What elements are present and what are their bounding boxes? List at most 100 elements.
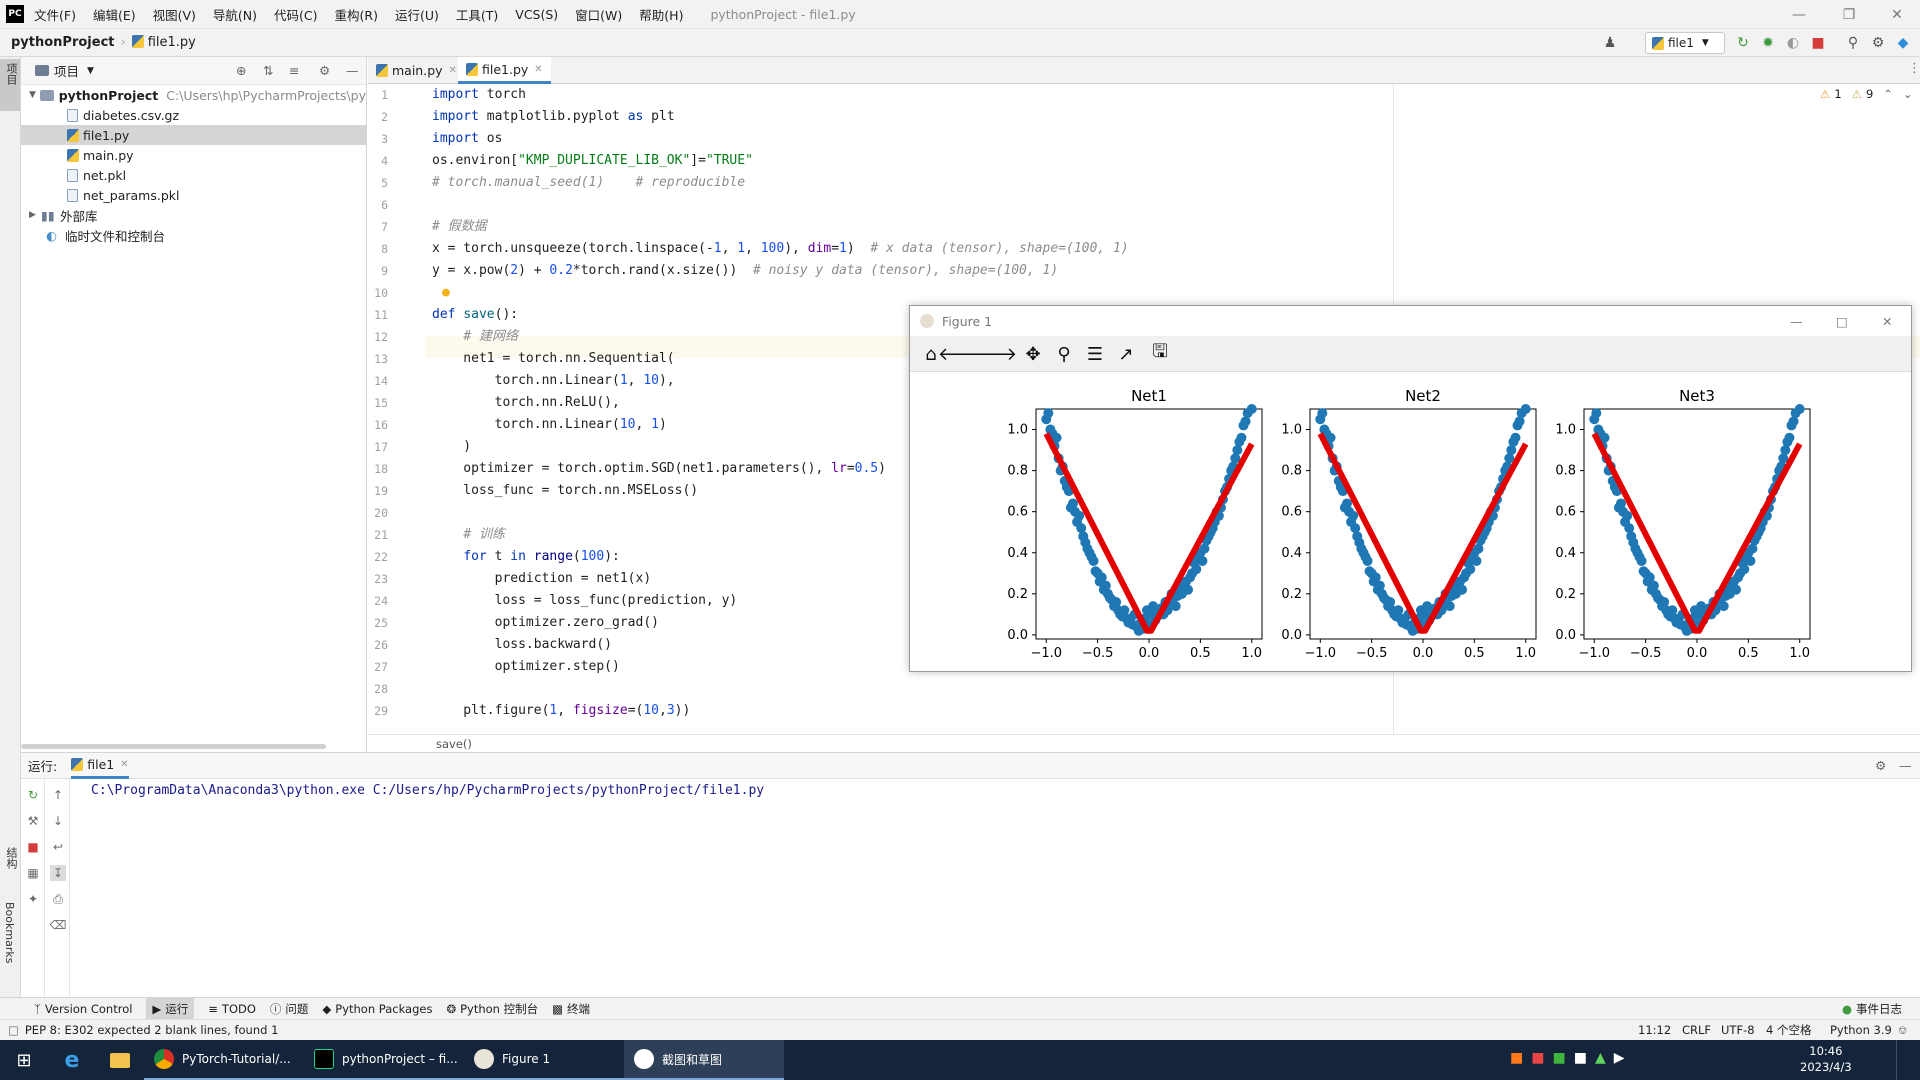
tree-item-file1[interactable]: file1.py bbox=[21, 125, 366, 145]
tray-app-icon[interactable]: ■ bbox=[1552, 1050, 1565, 1066]
menu-tools[interactable]: 工具(T) bbox=[456, 5, 498, 24]
close-icon[interactable]: ✕ bbox=[534, 64, 542, 75]
interpreter[interactable]: Python 3.9 bbox=[1830, 1023, 1892, 1037]
lightbulb-icon[interactable]: ● bbox=[442, 282, 450, 304]
tab-todo[interactable]: ≡ TODO bbox=[208, 1002, 256, 1016]
tab-file1-py[interactable]: file1.py ✕ bbox=[458, 57, 551, 84]
minimize-icon[interactable]: — bbox=[1776, 0, 1822, 29]
chevron-down-icon[interactable]: ⌄ bbox=[1903, 87, 1913, 101]
layout-icon[interactable]: ▦ bbox=[25, 865, 41, 881]
rerun-icon[interactable]: ↻ bbox=[1733, 33, 1753, 53]
collapse-all-icon[interactable]: ≡ bbox=[289, 63, 299, 78]
taskbar-app-pycharm[interactable]: pythonProject – fi... bbox=[304, 1040, 464, 1080]
tree-item-diabetes[interactable]: diabetes.csv.gz bbox=[21, 105, 366, 125]
hide-icon[interactable]: — bbox=[1899, 758, 1912, 773]
arrow-down-icon[interactable]: ↓ bbox=[50, 813, 66, 829]
edge-icon[interactable]: e bbox=[48, 1040, 96, 1080]
gear-icon[interactable]: ⚙ bbox=[319, 63, 330, 78]
forward-icon[interactable]: 🡒 bbox=[969, 342, 1017, 366]
project-tool-label[interactable]: 项目 bbox=[3, 63, 19, 85]
trash-icon[interactable]: ⌫ bbox=[50, 917, 67, 933]
menu-edit[interactable]: 编辑(E) bbox=[93, 5, 136, 24]
tab-terminal[interactable]: ▩ 终端 bbox=[552, 1001, 590, 1017]
soft-wrap-icon[interactable]: ↩ bbox=[50, 839, 66, 855]
tab-python-console[interactable]: ❂ Python 控制台 bbox=[446, 1001, 538, 1017]
stop-icon[interactable]: ■ bbox=[25, 839, 41, 855]
close-icon[interactable]: ✕ bbox=[1882, 314, 1892, 329]
search-icon[interactable]: ⚲ bbox=[1843, 33, 1863, 53]
menu-vcs[interactable]: VCS(S) bbox=[515, 7, 558, 22]
more-icon[interactable]: ⋮ bbox=[1908, 61, 1920, 76]
maximize-icon[interactable]: ❐ bbox=[1826, 0, 1872, 29]
console-output[interactable]: C:\ProgramData\Anaconda3\python.exe C:/U… bbox=[91, 783, 764, 798]
stop-icon[interactable]: ■ bbox=[1808, 33, 1828, 53]
file-encoding[interactable]: UTF-8 bbox=[1721, 1023, 1755, 1037]
expand-all-icon[interactable]: ⇅ bbox=[263, 63, 273, 78]
bookmarks-tool-label[interactable]: Bookmarks bbox=[3, 902, 16, 963]
status-message[interactable]: PEP 8: E302 expected 2 blank lines, foun… bbox=[25, 1023, 279, 1037]
edit-axis-icon[interactable]: ↗ bbox=[1113, 342, 1139, 366]
code-breadcrumb[interactable]: save() bbox=[368, 734, 1920, 752]
chevron-right-icon[interactable]: ▶ bbox=[21, 210, 41, 220]
gear-icon[interactable]: ⚙ bbox=[1875, 758, 1886, 773]
tree-item-scratches[interactable]: ◐ 临时文件和控制台 bbox=[21, 225, 366, 245]
taskbar-app-figure[interactable]: Figure 1 bbox=[464, 1040, 624, 1080]
show-desktop-button[interactable] bbox=[1896, 1040, 1920, 1080]
project-panel-title[interactable]: 项目 bbox=[54, 61, 79, 80]
menu-file[interactable]: 文件(F) bbox=[34, 5, 76, 24]
tree-item-main[interactable]: main.py bbox=[21, 145, 366, 165]
locate-icon[interactable]: ⊕ bbox=[236, 63, 246, 78]
tray-shield-icon[interactable]: ▲ bbox=[1595, 1050, 1606, 1066]
close-icon[interactable]: ✕ bbox=[449, 65, 457, 76]
pan-icon[interactable]: ✥ bbox=[1020, 342, 1046, 366]
run-tab-file1[interactable]: file1 ✕ bbox=[71, 753, 129, 779]
explorer-icon[interactable] bbox=[96, 1040, 144, 1080]
tray-app-icon[interactable]: ■ bbox=[1574, 1050, 1587, 1066]
chevron-down-icon[interactable]: ▼ bbox=[21, 90, 40, 100]
run-config-select[interactable]: file1 ▼ bbox=[1645, 32, 1725, 54]
tab-run[interactable]: ▶ 运行 bbox=[146, 997, 195, 1020]
user-icon[interactable]: ♟ bbox=[1600, 33, 1620, 53]
tree-item-net-params[interactable]: net_params.pkl bbox=[21, 185, 366, 205]
rerun-icon[interactable]: ↻ bbox=[25, 787, 41, 803]
close-icon[interactable]: ✕ bbox=[120, 759, 128, 770]
taskbar-app-snip[interactable]: 截图和草图 bbox=[624, 1040, 784, 1080]
tree-root[interactable]: ▼ pythonProject C:\Users\hp\PycharmProje… bbox=[21, 85, 366, 105]
scroll-to-end-icon[interactable]: ↧ bbox=[50, 865, 66, 881]
minimize-icon[interactable]: — bbox=[1790, 314, 1803, 329]
gear-icon[interactable]: ⚙ bbox=[1868, 33, 1888, 53]
tree-item-external-libs[interactable]: ▶ ▮▮ 外部库 bbox=[21, 205, 366, 225]
tree-item-net[interactable]: net.pkl bbox=[21, 165, 366, 185]
volume-icon[interactable]: ▶ bbox=[1614, 1050, 1625, 1066]
save-icon[interactable]: 🖫 bbox=[1147, 341, 1173, 366]
horizontal-scrollbar[interactable] bbox=[21, 744, 326, 749]
chevron-up-icon[interactable]: ⌃ bbox=[1883, 87, 1893, 101]
windows-start-icon[interactable]: ⊞ bbox=[0, 1040, 48, 1080]
menu-code[interactable]: 代码(C) bbox=[274, 5, 317, 24]
clock[interactable]: 10:46 2023/4/3 bbox=[1800, 1043, 1852, 1075]
event-log-button[interactable]: ● 事件日志 bbox=[1842, 1001, 1902, 1017]
tab-problems[interactable]: ⓘ 问题 bbox=[270, 1001, 309, 1017]
tab-main-py[interactable]: main.py ✕ bbox=[368, 57, 465, 84]
menu-refactor[interactable]: 重构(R) bbox=[335, 5, 378, 24]
tab-version-control[interactable]: ᛉ Version Control bbox=[34, 1002, 132, 1016]
tray-app-icon[interactable]: ■ bbox=[1531, 1050, 1544, 1066]
line-separator[interactable]: CRLF bbox=[1682, 1023, 1711, 1037]
jetbrains-icon[interactable]: ◆ bbox=[1893, 33, 1913, 53]
arrow-up-icon[interactable]: ↑ bbox=[50, 787, 66, 803]
print-icon[interactable]: ⎙ bbox=[50, 891, 66, 907]
menu-navigate[interactable]: 导航(N) bbox=[213, 5, 257, 24]
close-icon[interactable]: ✕ bbox=[1874, 0, 1920, 29]
breadcrumb-project[interactable]: pythonProject bbox=[11, 35, 115, 50]
menu-view[interactable]: 视图(V) bbox=[153, 5, 196, 24]
coverage-icon[interactable]: ◐ bbox=[1783, 33, 1803, 53]
hide-icon[interactable]: — bbox=[346, 63, 359, 78]
wrench-icon[interactable]: ⚒ bbox=[25, 813, 41, 829]
maximize-icon[interactable]: □ bbox=[1836, 314, 1848, 329]
breadcrumb-file[interactable]: file1.py bbox=[148, 35, 196, 50]
tray-app-icon[interactable]: ■ bbox=[1510, 1050, 1523, 1066]
lock-icon[interactable]: ⎊ bbox=[1898, 1023, 1907, 1038]
caret-position[interactable]: 11:12 bbox=[1638, 1023, 1671, 1037]
taskbar-app-chrome[interactable]: PyTorch-Tutorial/... bbox=[144, 1040, 304, 1080]
inspection-widget[interactable]: ⚠ 1 ⚠ 9 ⌃ ⌄ bbox=[1820, 87, 1913, 101]
